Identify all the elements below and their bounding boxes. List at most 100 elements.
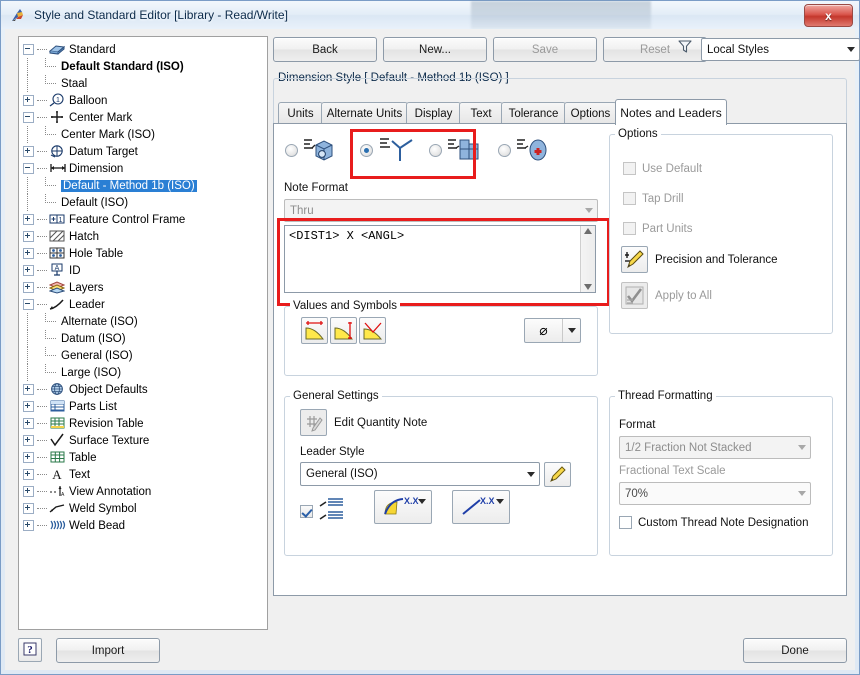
hole-note-3d-icon[interactable] xyxy=(304,136,334,167)
done-button[interactable]: Done xyxy=(743,638,847,663)
tree-item-leader[interactable]: Leader xyxy=(23,296,267,313)
part-units-checkbox[interactable] xyxy=(623,222,636,235)
use-default-checkbox[interactable] xyxy=(623,162,636,175)
expand-plus-icon[interactable] xyxy=(23,384,34,395)
tree-item-staal[interactable]: Staal xyxy=(23,75,267,92)
leader-align-checkbox[interactable] xyxy=(300,505,313,518)
fractional-text-scale-combo[interactable]: 70% xyxy=(619,482,811,505)
leader-arc-xx-button[interactable]: X.X xyxy=(374,490,432,524)
tree-item-hatch[interactable]: Hatch xyxy=(23,228,267,245)
funnel-filter-icon[interactable] xyxy=(676,38,694,56)
expand-plus-icon[interactable] xyxy=(23,435,34,446)
chamfer-note-icon[interactable] xyxy=(448,136,480,167)
tree-item-table[interactable]: Table xyxy=(23,449,267,466)
collapse-minus-icon[interactable] xyxy=(23,112,34,123)
note-type-radio-chamfer[interactable] xyxy=(429,144,442,157)
chevron-down-icon[interactable] xyxy=(842,39,859,60)
tree-item-default-method-1b-iso[interactable]: Default - Method 1b (ISO) xyxy=(23,177,267,194)
note-type-radio-punch[interactable] xyxy=(498,144,511,157)
expand-plus-icon[interactable] xyxy=(23,95,34,106)
new-button[interactable]: New... xyxy=(383,37,487,62)
expand-plus-icon[interactable] xyxy=(23,146,34,157)
note-format-textarea[interactable]: <DIST1> X <ANGL> xyxy=(284,225,596,293)
tree-item-datum-iso[interactable]: Datum (ISO) xyxy=(23,330,267,347)
expand-plus-icon[interactable] xyxy=(23,231,34,242)
expand-plus-icon[interactable] xyxy=(23,486,34,497)
leader-straight-xx-button[interactable]: X.X xyxy=(452,490,510,524)
tree-item-surface-texture[interactable]: Surface Texture xyxy=(23,432,267,449)
chevron-down-icon[interactable] xyxy=(522,463,539,485)
tab-display[interactable]: Display xyxy=(406,102,461,124)
symbol-dropdown-button[interactable]: ⌀ xyxy=(524,318,581,343)
tree-item-feature-control-frame[interactable]: 1 Feature Control Frame xyxy=(23,211,267,228)
expand-plus-icon[interactable] xyxy=(23,265,34,276)
chamfer-distance2-icon[interactable] xyxy=(330,317,357,344)
pencil-edit-icon[interactable] xyxy=(544,462,571,487)
tree-item-weld-bead[interactable]: Weld Bead xyxy=(23,517,267,534)
note-format-scrollbar[interactable] xyxy=(580,226,595,292)
back-button[interactable]: Back xyxy=(273,37,377,62)
chamfer-distance-icon[interactable] xyxy=(301,317,328,344)
expand-plus-icon[interactable] xyxy=(23,469,34,480)
tap-drill-row[interactable]: Tap Drill xyxy=(623,192,684,205)
part-units-row[interactable]: Part Units xyxy=(623,222,693,235)
scroll-down-arrow-icon[interactable] xyxy=(584,284,592,290)
tree-item-default-standard-iso[interactable]: Default Standard (ISO) xyxy=(23,58,267,75)
style-tree-panel[interactable]: Standard Default Standard (ISO) Staal 1 Ball… xyxy=(18,36,268,630)
precision-tolerance-pencil-icon[interactable] xyxy=(621,246,648,273)
tree-item-dimension[interactable]: Dimension xyxy=(23,160,267,177)
chevron-down-icon[interactable] xyxy=(580,200,597,221)
tree-item-general-iso[interactable]: General (ISO) xyxy=(23,347,267,364)
tree-item-layers[interactable]: Layers xyxy=(23,279,267,296)
chevron-down-icon[interactable] xyxy=(562,319,580,342)
tab-text[interactable]: Text xyxy=(459,102,503,124)
chevron-down-icon[interactable] xyxy=(793,483,810,504)
note-format-preset-combo[interactable]: Thru xyxy=(284,199,598,222)
collapse-minus-icon[interactable] xyxy=(23,44,34,55)
tree-item-default-iso[interactable]: Default (ISO) xyxy=(23,194,267,211)
tree-item-center-mark-iso[interactable]: Center Mark (ISO) xyxy=(23,126,267,143)
tab-options[interactable]: Options xyxy=(564,102,617,124)
tree-item-hole-table[interactable]: Hole Table xyxy=(23,245,267,262)
expand-plus-icon[interactable] xyxy=(23,248,34,259)
expand-plus-icon[interactable] xyxy=(23,214,34,225)
save-button[interactable]: Save xyxy=(493,37,597,62)
tap-drill-checkbox[interactable] xyxy=(623,192,636,205)
import-button[interactable]: Import xyxy=(56,638,160,663)
collapse-minus-icon[interactable] xyxy=(23,163,34,174)
tree-item-standard[interactable]: Standard xyxy=(23,41,267,58)
leader-style-combo[interactable]: General (ISO) xyxy=(300,462,540,486)
style-scope-combo[interactable]: Local Styles xyxy=(701,38,860,61)
custom-thread-checkbox[interactable] xyxy=(619,516,632,529)
close-button[interactable]: x xyxy=(804,4,853,27)
leader-text-align-icon[interactable] xyxy=(319,497,347,526)
tree-item-object-defaults[interactable]: Object Defaults xyxy=(23,381,267,398)
note-type-radio-leader[interactable] xyxy=(360,144,373,157)
tree-item-weld-symbol[interactable]: Weld Symbol xyxy=(23,500,267,517)
scroll-up-arrow-icon[interactable] xyxy=(584,228,592,234)
tree-item-balloon[interactable]: 1 Balloon xyxy=(23,92,267,109)
tab-notes-and-leaders[interactable]: Notes and Leaders xyxy=(615,99,727,125)
leader-note-icon[interactable] xyxy=(380,135,414,168)
help-button[interactable]: ? xyxy=(18,638,42,662)
expand-plus-icon[interactable] xyxy=(23,520,34,531)
expand-plus-icon[interactable] xyxy=(23,282,34,293)
tab-units[interactable]: Units xyxy=(278,102,323,124)
tree-item-alternate-iso[interactable]: Alternate (ISO) xyxy=(23,313,267,330)
tree-item-revision-table[interactable]: Revision Table xyxy=(23,415,267,432)
tree-item-datum-target[interactable]: Datum Target xyxy=(23,143,267,160)
expand-plus-icon[interactable] xyxy=(23,503,34,514)
custom-thread-row[interactable]: Custom Thread Note Designation xyxy=(619,516,808,529)
note-type-radio-hole[interactable] xyxy=(285,144,298,157)
use-default-row[interactable]: Use Default xyxy=(623,162,702,175)
tree-item-view-annotation[interactable]: A View Annotation xyxy=(23,483,267,500)
tree-item-large-iso[interactable]: Large (ISO) xyxy=(23,364,267,381)
apply-to-all-check-icon[interactable] xyxy=(621,282,648,309)
collapse-minus-icon[interactable] xyxy=(23,299,34,310)
tree-item-parts-list[interactable]: Parts List xyxy=(23,398,267,415)
chevron-down-icon[interactable] xyxy=(793,437,810,458)
expand-plus-icon[interactable] xyxy=(23,401,34,412)
tree-item-text[interactable]: A Text xyxy=(23,466,267,483)
tab-tolerance[interactable]: Tolerance xyxy=(501,102,566,124)
quantity-note-pencil-icon[interactable] xyxy=(300,409,327,436)
